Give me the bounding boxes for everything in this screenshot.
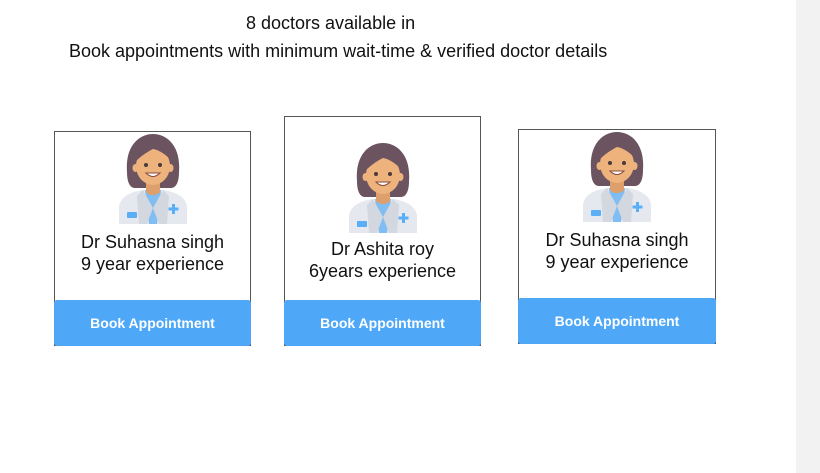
doctor-experience: 9 year experience (545, 252, 689, 272)
doctor-name: Dr Ashita roy (330, 239, 435, 259)
doctor-count-heading: 8 doctors available in (246, 13, 416, 33)
female-doctor-avatar-icon (118, 133, 188, 224)
book-appointment-button[interactable]: Book Appointment (284, 300, 481, 346)
book-appointment-button[interactable]: Book Appointment (54, 300, 251, 346)
doctor-name: Dr Suhasna singh (545, 230, 689, 250)
doctor-card: Dr Suhasna singh 9 year experience Book … (54, 131, 251, 346)
doctor-experience: 9 year experience (80, 254, 225, 274)
female-doctor-avatar-icon (582, 131, 652, 222)
book-appointment-button[interactable]: Book Appointment (518, 298, 716, 344)
page-subtitle: Book appointments with minimum wait-time… (69, 41, 608, 61)
female-doctor-avatar-icon (348, 142, 418, 233)
scrollbar-track[interactable] (796, 0, 820, 473)
doctor-name: Dr Suhasna singh (80, 232, 225, 252)
doctor-experience: 6years experience (308, 261, 457, 281)
doctor-card: Dr Ashita roy 6years experience Book App… (284, 116, 481, 346)
doctor-card: Dr Suhasna singh 9 year experience Book … (518, 129, 716, 344)
